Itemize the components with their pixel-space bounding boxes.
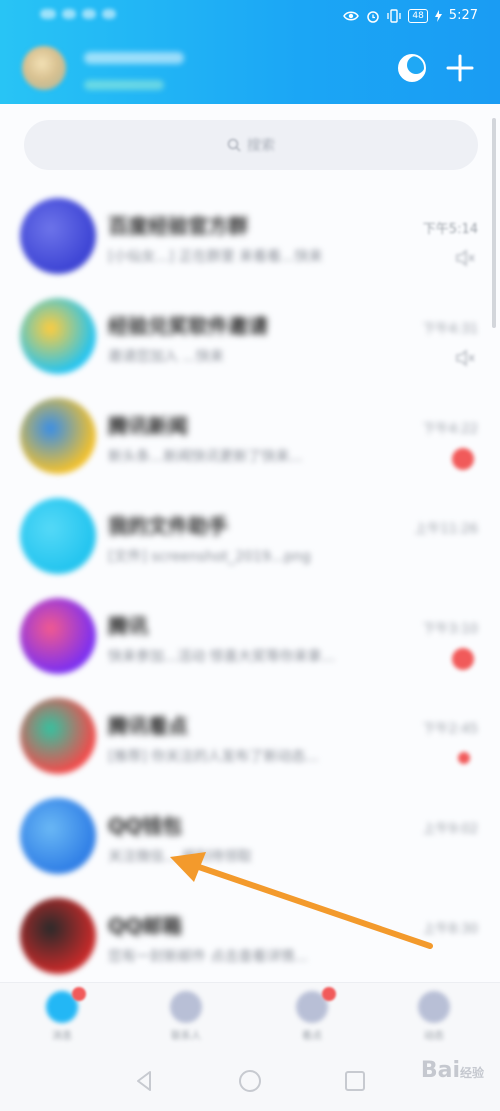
my-nickname [84,52,184,64]
alarm-icon [367,10,380,23]
app-header: 48 5:27 [0,0,500,104]
tab-label: 消息 [52,1031,72,1042]
conversation-name: 我的文件助手 [108,514,228,538]
conversation-name: QQ邮箱 [108,914,183,938]
conversation-row[interactable]: QQ钱包关注微信... 福利待领取 上午9:02 [0,776,500,876]
conversation-time: 上午8:30 [422,922,478,937]
conversation-name: 腾讯 [108,614,148,638]
conversation-avatar[interactable] [20,598,96,674]
search-icon [227,138,241,152]
home-icon[interactable] [237,1068,263,1094]
conversation-time: 上午9:02 [422,822,478,837]
my-status[interactable] [84,80,164,90]
conversation-row[interactable]: QQ邮箱您有一封新邮件 点击查看详情... 上午8:30 [0,876,500,976]
unread-badge [452,648,474,670]
status-icons: 48 5:27 [343,8,478,23]
unread-badge [458,752,470,764]
mute-icon [456,349,475,367]
conversation-preview: 快来参加...活动 惊喜大奖等你来拿... [108,649,336,665]
baidu-watermark: Bai经验 [421,1058,484,1083]
conversation-avatar[interactable] [20,198,96,274]
conversation-row[interactable]: 百度经验官方群 [小仙女...] 正在群里 来看看...快来 下午5:14 [0,176,500,276]
status-bar: 48 5:27 [0,0,500,34]
moon-theme-icon[interactable] [396,52,428,84]
conversation-row[interactable]: 我的文件助手 [文件] screenshot_2019...png 上午11:26 [0,476,500,576]
battery-level: 48 [408,8,428,23]
conversation-name: QQ钱包 [108,814,183,838]
conversation-preview: 新头条...新闻快讯更新了快来... [108,449,303,465]
bottom-tab-bar: 消息 联系人 看点 动态 [0,982,500,1050]
dynamic-icon [418,991,450,1023]
conversation-avatar[interactable] [20,798,96,874]
conversation-list: 百度经验官方群 [小仙女...] 正在群里 来看看...快来 下午5:14 经验兑奖软… [0,176,500,976]
conversation-row[interactable]: 腾讯快来参加...活动 惊喜大奖等你来拿... 下午3:10 [0,576,500,676]
conversation-time: 上午11:26 [414,522,478,537]
conversation-avatar[interactable] [20,298,96,374]
contacts-icon [170,991,202,1023]
back-icon[interactable] [132,1068,158,1094]
tab-watch[interactable]: 看点 [292,987,336,1043]
conversation-row[interactable]: 经验兑奖软件邀请邀请您加入 ...快来 下午4:31 [0,276,500,376]
conversation-time: 下午4:22 [422,422,478,437]
conversation-preview: [小仙女...] 正在群里 来看看...快来 [108,249,323,265]
watermark-brand: Bai [420,1058,460,1083]
conversation-time: 下午2:45 [422,722,478,737]
eye-icon [343,11,360,20]
tab-label: 动态 [424,1031,444,1042]
tab-contacts[interactable]: 联系人 [166,991,206,1043]
conversation-avatar[interactable] [20,498,96,574]
conversation-time: 下午5:14 [422,222,478,237]
conversation-avatar[interactable] [20,398,96,474]
mute-icon [456,249,475,267]
conversation-avatar[interactable] [20,898,96,974]
conversation-time: 下午3:10 [422,622,478,637]
status-notifications [40,9,116,19]
tab-messages[interactable]: 消息 [42,987,86,1043]
conversation-preview: [文件] screenshot_2019...png [108,549,311,565]
conversation-name: 百度经验官方群 [108,214,248,238]
conversation-preview: 邀请您加入 ...快来 [108,349,224,365]
recents-icon[interactable] [342,1068,368,1094]
conversation-row[interactable]: 腾讯新闻新头条...新闻快讯更新了快来... 下午4:22 [0,376,500,476]
watermark-suffix: 经验 [459,1066,484,1080]
conversation-avatar[interactable] [20,698,96,774]
tab-label: 联系人 [171,1031,201,1042]
search-bar[interactable]: 搜索 [24,120,478,170]
conversation-row[interactable]: 腾讯看点 [推荐] 你关注的人发布了新动态... 下午2:45 [0,676,500,776]
tab-label: 看点 [302,1031,322,1042]
tab-dynamic[interactable]: 动态 [414,991,454,1043]
conversation-name: 经验兑奖软件邀请 [108,314,268,338]
tab-notification-dot [72,987,86,1001]
charging-icon [434,9,442,22]
tab-notification-dot [322,987,336,1001]
conversation-preview: 您有一封新邮件 点击查看详情... [108,949,308,965]
conversation-name: 腾讯看点 [108,714,188,738]
my-avatar[interactable] [22,46,66,90]
plus-icon[interactable] [444,52,476,84]
conversation-preview: [推荐] 你关注的人发布了新动态... [108,749,319,765]
search-placeholder: 搜索 [247,138,275,154]
unread-badge [452,448,474,470]
conversation-name: 腾讯新闻 [108,414,188,438]
conversation-time: 下午4:31 [422,322,478,337]
status-time: 5:27 [448,8,478,23]
conversation-preview: 关注微信... 福利待领取 [108,849,252,865]
vibrate-icon [387,8,401,23]
